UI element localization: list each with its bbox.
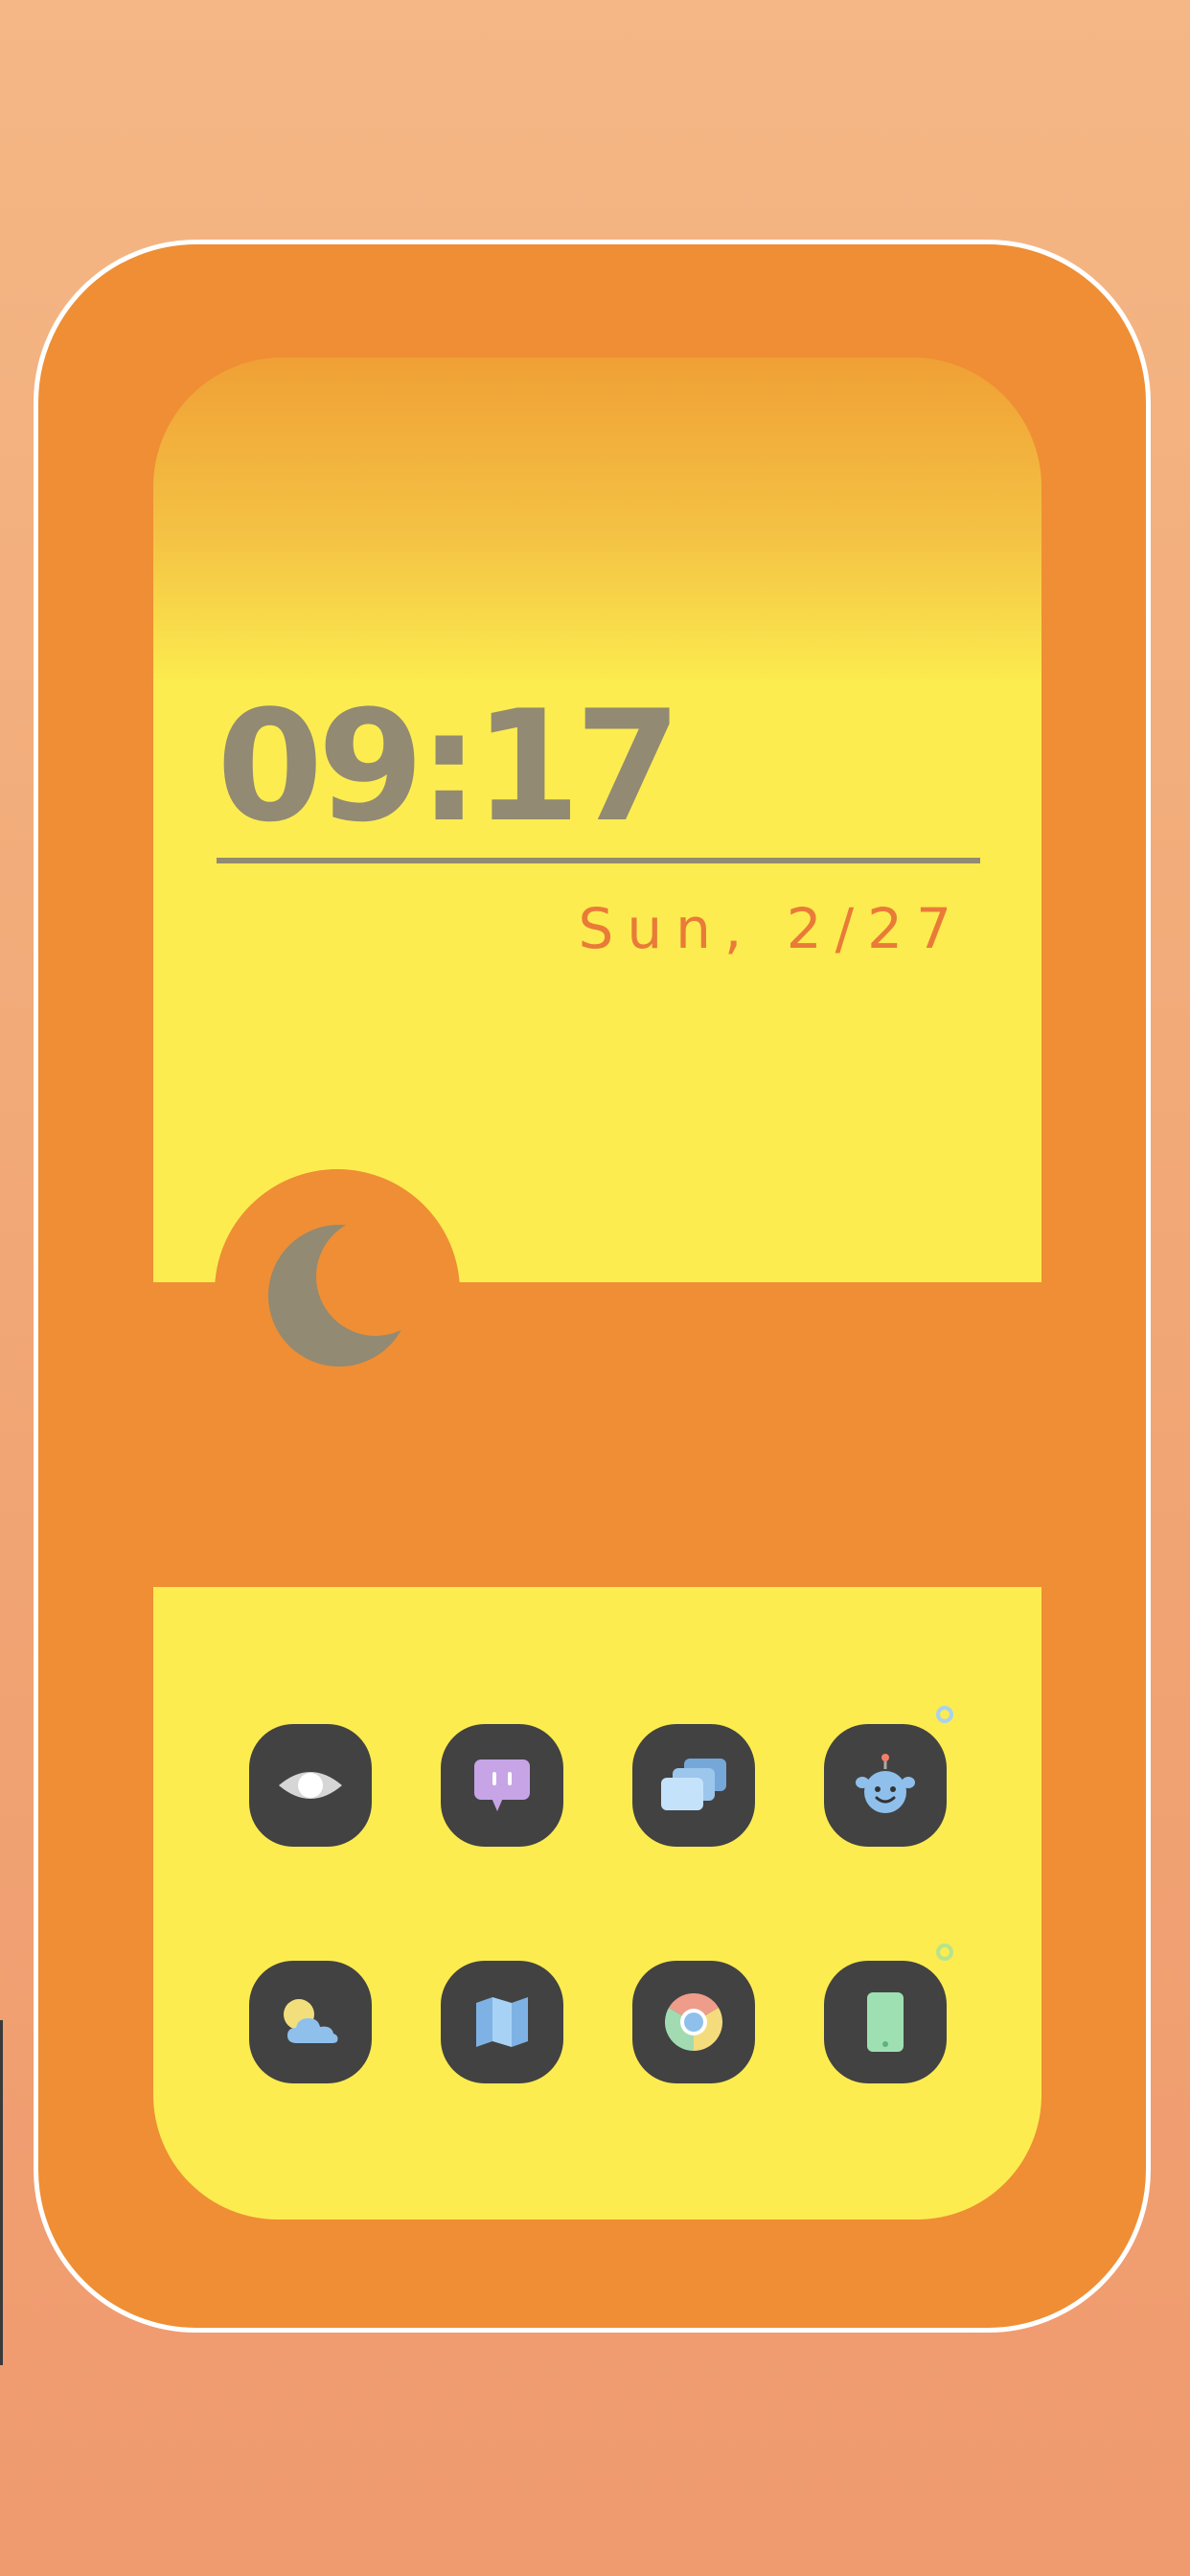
screen-edge-marker <box>0 2020 3 2365</box>
app-phone[interactable] <box>824 1961 947 2083</box>
clock-divider <box>217 858 980 863</box>
app-messages[interactable] <box>441 1724 563 1847</box>
clock-date: Sun, 2/27 <box>578 896 965 961</box>
robot-face-icon <box>856 1754 915 1813</box>
app-grid <box>153 1587 1041 2220</box>
app-eye[interactable] <box>249 1724 372 1847</box>
map-icon <box>476 1997 528 2047</box>
notification-dot <box>936 1944 953 1961</box>
clock-time: 09:17 <box>217 677 681 856</box>
weather-widget[interactable] <box>215 1169 460 1414</box>
weather-icon <box>284 1999 338 2043</box>
app-maps[interactable] <box>441 1961 563 2083</box>
phone-icon <box>867 1992 904 2052</box>
phone-frame: 09:17 Sun, 2/27 <box>34 240 1151 2333</box>
eye-icon <box>279 1772 342 1799</box>
layered-windows-icon <box>661 1759 726 1810</box>
app-chrome[interactable] <box>632 1961 755 2083</box>
app-robot[interactable] <box>824 1724 947 1847</box>
notification-dot <box>936 1706 953 1723</box>
chat-icon <box>474 1760 530 1811</box>
top-gradient-panel <box>153 357 1041 678</box>
app-weather[interactable] <box>249 1961 372 2083</box>
chrome-icon <box>665 1993 722 2051</box>
crescent-moon-icon <box>268 1225 408 1367</box>
app-windows[interactable] <box>632 1724 755 1847</box>
